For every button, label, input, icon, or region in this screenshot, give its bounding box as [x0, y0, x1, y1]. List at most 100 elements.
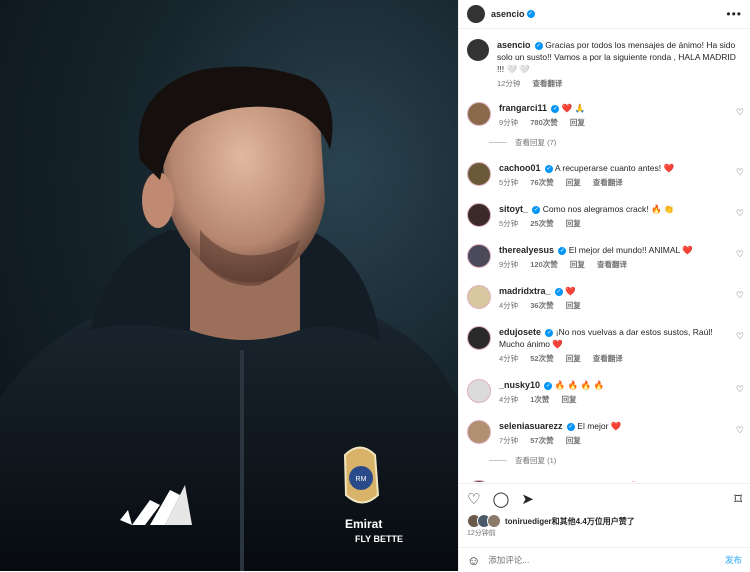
translate-link[interactable]: 查看翻译: [597, 260, 627, 269]
comment-meta: 4分钟 1次赞 回复: [499, 394, 731, 406]
comment-icon[interactable]: ◯: [492, 490, 509, 508]
comment-likes[interactable]: 120次赞: [530, 260, 558, 269]
commenter-avatar[interactable]: [467, 203, 491, 227]
reply-link[interactable]: 回复: [566, 301, 581, 310]
comment-heart-icon[interactable]: ♡: [736, 384, 744, 395]
comment-item: cachoo01 ✓ A recuperarse cuanto antes! ❤…: [459, 162, 750, 189]
translate-link[interactable]: 查看翻译: [593, 178, 623, 187]
post-time: 12分钟前: [467, 530, 496, 537]
caption-username[interactable]: asencio: [497, 40, 531, 50]
commenter-avatar[interactable]: [467, 285, 491, 309]
comment-block: kabeto ✓ Dándolo todo siempre 🔥 ♡: [459, 480, 750, 482]
comment-input[interactable]: 添加评论...: [488, 554, 529, 566]
comment-meta: 9分钟 120次赞 回复 查看翻译: [499, 259, 731, 271]
share-icon[interactable]: ➤: [521, 490, 534, 508]
comments-scroll[interactable]: asencio ✓ Gracias por todos los mensajes…: [459, 29, 750, 482]
commenter-avatar[interactable]: [467, 326, 491, 350]
commenter-avatar[interactable]: [467, 244, 491, 268]
comment-likes[interactable]: 76次赞: [530, 178, 553, 187]
commenter-avatar[interactable]: [467, 379, 491, 403]
commenter-username[interactable]: frangarci11: [499, 103, 547, 113]
reply-link[interactable]: 回复: [570, 260, 585, 269]
view-replies-label[interactable]: 查看回复 (1): [515, 455, 556, 466]
comment-item: _nusky10 ✓ 🔥 🔥 🔥 🔥 4分钟 1次赞 回复 ♡: [459, 379, 750, 406]
commenter-username[interactable]: kabeto: [499, 481, 528, 482]
comment-text: A recuperarse cuanto antes! ❤️: [554, 163, 675, 173]
comments-list: frangarci11 ✓ ❤️ 🙏 9分钟 780次赞 回复 ♡ 查看回复 (…: [459, 102, 750, 482]
emoji-icon[interactable]: ☺: [467, 553, 480, 568]
comment-text: El mejor del mundo!! ANIMAL ❤️: [568, 245, 693, 255]
comment-text: El mejor ❤️: [577, 421, 622, 431]
verified-badge-icon: ✓: [551, 104, 560, 113]
likes-summary: toniruediger 和其他4.4万位用户赞了: [467, 514, 742, 528]
likes-rest[interactable]: 和其他4.4万位用户赞了: [552, 516, 635, 527]
commenter-avatar[interactable]: [467, 162, 491, 186]
verified-badge-icon: ✓: [544, 381, 553, 390]
comment-block: sitoyt_ ✓ Como nos alegramos crack! 🔥 👏 …: [459, 203, 750, 230]
comment-block: cachoo01 ✓ A recuperarse cuanto antes! ❤…: [459, 162, 750, 189]
reply-link[interactable]: 回复: [570, 118, 585, 127]
verified-badge-icon: ✓: [532, 205, 541, 214]
comment-block: frangarci11 ✓ ❤️ 🙏 9分钟 780次赞 回复 ♡ 查看回复 (…: [459, 102, 750, 148]
view-replies[interactable]: 查看回复 (7): [489, 137, 750, 148]
reply-link[interactable]: 回复: [566, 436, 581, 445]
comment-item: seleniasuarezz ✓ El mejor ❤️ 7分钟 57次赞 回复…: [459, 420, 750, 447]
reply-link[interactable]: 回复: [562, 395, 577, 404]
commenter-username[interactable]: cachoo01: [499, 163, 541, 173]
reply-link[interactable]: 回复: [566, 178, 581, 187]
comment-likes[interactable]: 36次赞: [530, 301, 553, 310]
commenter-username[interactable]: seleniasuarezz: [499, 421, 563, 431]
liker-username[interactable]: toniruediger: [505, 517, 552, 526]
comment-heart-icon[interactable]: ♡: [736, 425, 744, 436]
comment-heart-icon[interactable]: ♡: [736, 249, 744, 260]
commenter-avatar[interactable]: [467, 102, 491, 126]
comment-meta: 9分钟 780次赞 回复: [499, 117, 731, 129]
caption-avatar[interactable]: [467, 39, 489, 61]
comment-heart-icon[interactable]: ♡: [736, 107, 744, 118]
ellipsis-icon[interactable]: •••: [726, 7, 742, 21]
post-photo[interactable]: RM Emirat FLY BETTE: [0, 0, 458, 571]
commenter-username[interactable]: _nusky10: [499, 380, 540, 390]
author-avatar[interactable]: [467, 5, 485, 23]
comment-text: Dándolo todo siempre 🔥: [543, 481, 639, 482]
comment-likes[interactable]: 57次赞: [530, 436, 553, 445]
commenter-username[interactable]: edujosete: [499, 327, 541, 337]
svg-text:RM: RM: [356, 476, 367, 483]
comment-likes[interactable]: 25次赞: [530, 219, 553, 228]
action-bar: ♡ ◯ ➤ ⌑: [459, 483, 750, 514]
liker-avatars: [467, 514, 501, 528]
comment-time: 5分钟: [499, 178, 519, 187]
reply-link[interactable]: 回复: [566, 354, 581, 363]
commenter-username[interactable]: sitoyt_: [499, 204, 528, 214]
commenter-avatar[interactable]: [467, 420, 491, 444]
view-replies-label[interactable]: 查看回复 (7): [515, 137, 556, 148]
comment-heart-icon[interactable]: ♡: [736, 290, 744, 301]
player-portrait: RM Emirat FLY BETTE: [0, 66, 458, 571]
comment-time: 7分钟: [499, 436, 519, 445]
comment-heart-icon[interactable]: ♡: [736, 331, 744, 342]
commenter-username[interactable]: madridxtra_: [499, 286, 551, 296]
bookmark-icon[interactable]: ⌑: [734, 490, 742, 508]
comment-heart-icon[interactable]: ♡: [736, 208, 744, 219]
author-username[interactable]: asencio: [491, 9, 525, 19]
post-caption: asencio ✓ Gracias por todos los mensajes…: [459, 29, 750, 94]
verified-badge-icon: ✓: [534, 41, 543, 50]
heart-icon[interactable]: ♡: [467, 490, 480, 508]
verified-badge-icon: ✓: [554, 287, 563, 296]
commenter-username[interactable]: therealyesus: [499, 245, 554, 255]
verified-badge-icon: ✓: [544, 164, 553, 173]
comment-likes[interactable]: 1次赞: [530, 395, 549, 404]
comment-heart-icon[interactable]: ♡: [736, 167, 744, 178]
view-replies[interactable]: 查看回复 (1): [489, 455, 750, 466]
translate-link[interactable]: 查看翻译: [593, 354, 623, 363]
comment-likes[interactable]: 52次赞: [530, 354, 553, 363]
svg-text:FLY BETTE: FLY BETTE: [355, 534, 403, 544]
commenter-avatar[interactable]: [467, 480, 491, 482]
post-comment-button[interactable]: 发布: [725, 554, 742, 566]
comment-likes[interactable]: 780次赞: [530, 118, 558, 127]
reply-link[interactable]: 回复: [566, 219, 581, 228]
comment-block: _nusky10 ✓ 🔥 🔥 🔥 🔥 4分钟 1次赞 回复 ♡: [459, 379, 750, 406]
comment-text: ❤️ 🙏: [561, 103, 586, 113]
comment-meta: 4分钟 36次赞 回复: [499, 300, 731, 312]
caption-translate-link[interactable]: 查看翻译: [532, 79, 562, 88]
